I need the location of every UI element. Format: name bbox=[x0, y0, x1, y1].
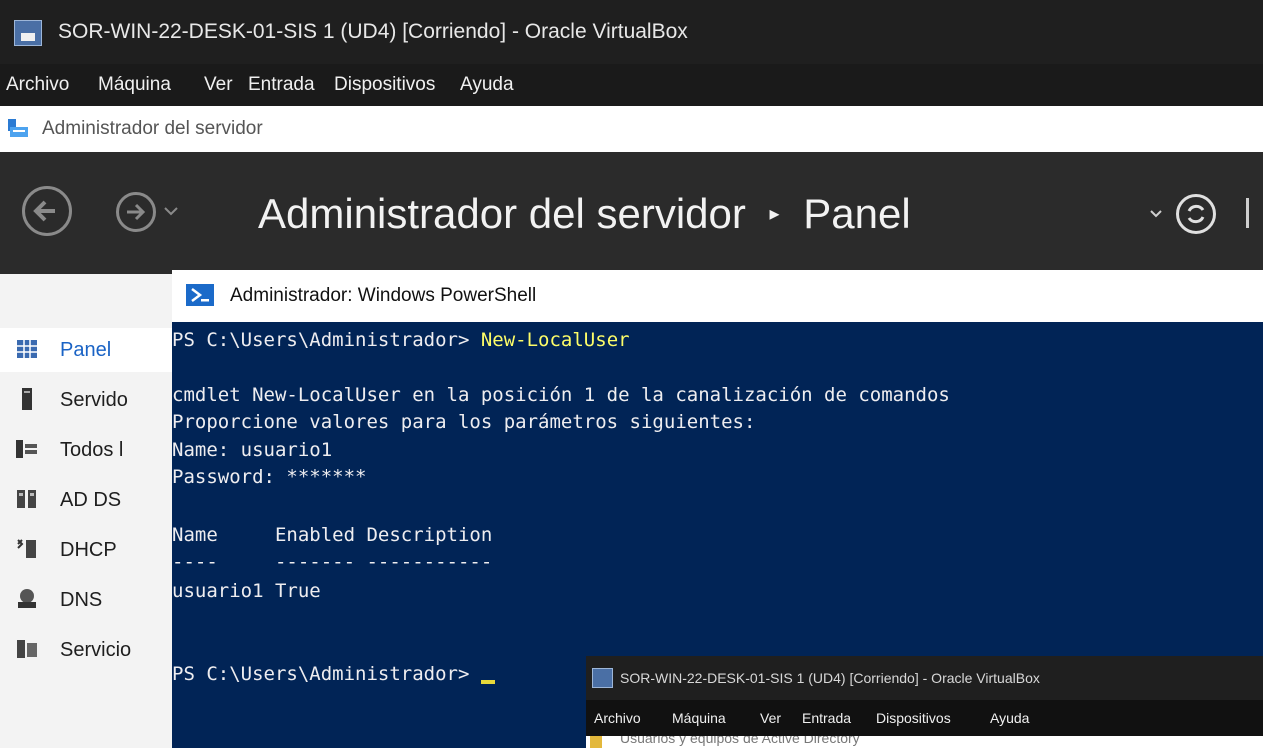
breadcrumb-separator-icon: ▸ bbox=[769, 203, 780, 225]
sidebar-item-label: Servido bbox=[60, 389, 128, 411]
forward-button[interactable] bbox=[116, 192, 156, 232]
header-dropdown-icon[interactable] bbox=[1150, 210, 1162, 218]
menu-maquina[interactable]: Máquina bbox=[672, 710, 726, 726]
menu-entrada[interactable]: Entrada bbox=[248, 74, 315, 96]
history-dropdown-icon[interactable] bbox=[164, 206, 178, 216]
powershell-window-title: Administrador: Windows PowerShell bbox=[230, 285, 537, 306]
active-directory-icon bbox=[590, 736, 602, 748]
virtualbox-window-secondary[interactable]: SOR-WIN-22-DESK-01-SIS 1 (UD4) [Corriend… bbox=[586, 656, 1263, 748]
sidebar-item-label: Todos l bbox=[60, 439, 124, 461]
refresh-button[interactable] bbox=[1176, 194, 1216, 234]
menu-entrada[interactable]: Entrada bbox=[802, 710, 851, 726]
server-manager-title-bar: Administrador del servidor bbox=[0, 106, 1263, 152]
console-line: Name: usuario1 bbox=[172, 439, 333, 461]
sidebar: Panel Servido Todos l AD DS DHCP DNS Ser… bbox=[0, 274, 172, 748]
console-command: New-LocalUser bbox=[480, 329, 630, 351]
sidebar-item-dns[interactable]: DNS bbox=[0, 578, 172, 622]
menu-maquina[interactable]: Máquina bbox=[98, 74, 171, 96]
partial-window-strip: Usuarios y equipos de Active Directory bbox=[586, 736, 1263, 748]
console-line: cmdlet New-LocalUser en la posición 1 de… bbox=[172, 384, 950, 406]
virtualbox-logo-icon bbox=[592, 668, 613, 688]
menu-archivo[interactable]: Archivo bbox=[594, 710, 641, 726]
console-line: Name Enabled Description bbox=[172, 524, 493, 546]
console-prompt: PS C:\Users\Administrador> bbox=[172, 329, 481, 351]
sidebar-item-todos-servidores[interactable]: Todos l bbox=[0, 428, 172, 472]
server-manager-icon bbox=[8, 119, 28, 137]
powershell-icon bbox=[186, 284, 214, 306]
console-line: Password: ******* bbox=[172, 466, 367, 488]
server-manager-header: Administrador del servidor ▸ Panel bbox=[0, 152, 1263, 274]
console-prompt: PS C:\Users\Administrador> bbox=[172, 663, 481, 685]
server-manager-window-title: Administrador del servidor bbox=[42, 118, 263, 139]
virtualbox-menu-bar-secondary: Archivo Máquina Ver Entrada Dispositivos… bbox=[586, 700, 1263, 736]
all-servers-icon bbox=[16, 440, 37, 458]
dns-icon bbox=[18, 589, 36, 608]
virtualbox-title-bar: SOR-WIN-22-DESK-01-SIS 1 (UD4) [Corriend… bbox=[0, 0, 1263, 64]
console-line: ---- ------- ----------- bbox=[172, 551, 493, 573]
breadcrumb-root: Administrador del servidor bbox=[258, 190, 746, 237]
dhcp-icon bbox=[17, 539, 36, 558]
sidebar-item-label: DNS bbox=[60, 589, 103, 611]
menu-ver[interactable]: Ver bbox=[204, 74, 233, 96]
sidebar-item-label: AD DS bbox=[60, 489, 122, 511]
virtualbox-title-bar-secondary: SOR-WIN-22-DESK-01-SIS 1 (UD4) [Corriend… bbox=[586, 656, 1263, 700]
console-line: PS C:\Users\Administrador> New-LocalUser bbox=[172, 329, 630, 351]
console-cursor bbox=[480, 680, 495, 684]
sidebar-item-label: Panel bbox=[60, 339, 112, 361]
virtualbox-logo-icon bbox=[14, 20, 42, 46]
file-services-icon bbox=[17, 640, 37, 658]
sidebar-item-label: Servicio bbox=[60, 639, 132, 661]
console-line: PS C:\Users\Administrador> bbox=[172, 663, 495, 685]
dashboard-icon bbox=[17, 340, 37, 358]
sidebar-item-panel[interactable]: Panel bbox=[0, 328, 172, 372]
menu-archivo[interactable]: Archivo bbox=[6, 74, 69, 96]
virtualbox-window-title-secondary: SOR-WIN-22-DESK-01-SIS 1 (UD4) [Corriend… bbox=[620, 670, 1040, 686]
forward-arrow-icon bbox=[127, 203, 146, 221]
virtualbox-window-title: SOR-WIN-22-DESK-01-SIS 1 (UD4) [Corriend… bbox=[58, 20, 688, 43]
sidebar-item-servidor-local[interactable]: Servido bbox=[0, 378, 172, 422]
ad-ds-icon bbox=[17, 490, 36, 508]
sidebar-item-ad-ds[interactable]: AD DS bbox=[0, 478, 172, 522]
back-arrow-icon bbox=[33, 200, 55, 222]
partial-window-title: Usuarios y equipos de Active Directory bbox=[620, 736, 860, 746]
sidebar-item-label: DHCP bbox=[60, 539, 117, 561]
breadcrumb-page: Panel bbox=[803, 190, 911, 237]
powershell-title-bar: Administrador: Windows PowerShell bbox=[172, 270, 1263, 322]
sidebar-item-dhcp[interactable]: DHCP bbox=[0, 528, 172, 572]
header-divider bbox=[1246, 198, 1249, 228]
menu-dispositivos[interactable]: Dispositivos bbox=[876, 710, 951, 726]
console-line: Proporcione valores para los parámetros … bbox=[172, 411, 756, 433]
refresh-icon bbox=[1187, 204, 1205, 224]
menu-ver[interactable]: Ver bbox=[760, 710, 781, 726]
menu-ayuda[interactable]: Ayuda bbox=[990, 710, 1029, 726]
breadcrumb: Administrador del servidor ▸ Panel bbox=[258, 190, 911, 238]
menu-dispositivos[interactable]: Dispositivos bbox=[334, 74, 435, 96]
server-icon bbox=[22, 388, 32, 410]
virtualbox-menu-bar: Archivo Máquina Ver Entrada Dispositivos… bbox=[0, 64, 1263, 106]
menu-ayuda[interactable]: Ayuda bbox=[460, 74, 514, 96]
console-line: usuario1 True bbox=[172, 580, 321, 602]
sidebar-item-servicios-archivos[interactable]: Servicio bbox=[0, 628, 172, 672]
back-button[interactable] bbox=[22, 186, 72, 236]
